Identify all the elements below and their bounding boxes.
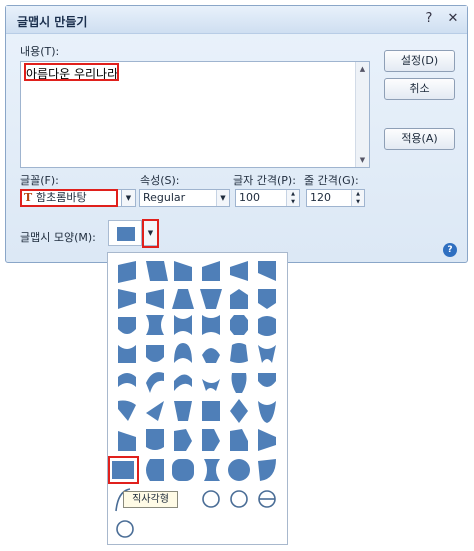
help-icon[interactable]: ? [443,243,457,257]
gallery-shape-fade-left-icon[interactable] [146,289,164,309]
gallery-shape-ring-cross-icon[interactable] [258,490,276,508]
shape-preview-button[interactable] [108,220,142,246]
gallery-shape-button-icon[interactable] [230,343,248,363]
font-dropdown-arrow[interactable]: ▼ [121,189,136,207]
attr-label: 속성(S): [140,174,180,187]
gallery-shape-arch-down-icon[interactable] [258,345,276,363]
wordart-dialog: 글맵시 만들기 ? ✕ 내용(T): 아름다운 우리나라 ▲ ▼ 설정(D) 취… [5,5,468,263]
gallery-shape-wave-right-icon[interactable] [146,372,164,393]
apply-button[interactable]: 적용(A) [384,128,455,150]
gallery-shape-bow-pinch-icon[interactable] [202,315,220,335]
shape-tooltip: 직사각형 [123,491,178,508]
gallery-shape-chevron-up-icon[interactable] [230,289,248,309]
gallery-shape-triangle-up-icon[interactable] [230,261,248,281]
gallery-shape-circle-half-icon[interactable] [174,401,192,421]
font-label: 글꼴(F): [20,174,59,187]
gallery-shape-bow-icon[interactable] [174,315,192,335]
scroll-up-icon[interactable]: ▲ [356,63,369,75]
gallery-shape-triangle-right-icon[interactable] [118,400,136,422]
gallery-shape-ring-half-icon[interactable] [202,401,220,421]
gallery-shape-ring-icon[interactable] [202,490,220,508]
attr-dropdown-icon[interactable]: ▼ [216,190,229,206]
rectangle-shape-icon [117,227,135,241]
char-spacing-input[interactable]: 100 ▲ ▼ [235,189,300,207]
gallery-shape-deflate-icon[interactable] [146,315,164,335]
content-scrollbar[interactable]: ▲ ▼ [355,62,369,167]
gallery-shape-wave-icon[interactable] [258,316,276,336]
gallery-shape-wave-left-icon[interactable] [118,373,136,387]
rectangle-shape-highlight [108,456,139,484]
gallery-shape-curve-down-icon[interactable] [202,379,220,391]
gallery-shape-fade-right-icon[interactable] [118,289,136,309]
content-highlight [24,63,119,81]
gallery-shape-rounded-rect-icon[interactable] [172,459,194,481]
char-spacing-label: 글자 간격(P): [233,174,296,187]
gallery-shape-ring-bottom-icon[interactable] [116,520,134,538]
gallery-shape-arch-up-icon[interactable] [174,343,192,363]
scroll-down-icon[interactable]: ▼ [356,154,369,166]
attr-select[interactable]: Regular ▼ [139,189,230,207]
help-button[interactable]: ? [419,10,439,28]
gallery-shape-arrow-right-icon[interactable] [258,429,276,451]
gallery-shape-curve-up-icon[interactable] [174,374,192,391]
gallery-shape-triangle-down-icon[interactable] [258,261,276,281]
gallery-shape-fan-icon[interactable] [258,459,276,481]
char-spacing-spinner[interactable]: ▲ ▼ [286,190,299,206]
close-button[interactable]: ✕ [443,10,463,28]
title-bar: 글맵시 만들기 ? ✕ [6,6,467,34]
cancel-button[interactable]: 취소 [384,78,455,100]
gallery-shape-banner-icon[interactable] [146,429,164,450]
line-spacing-label: 줄 간격(G): [304,174,359,187]
gallery-shape-inflate-bottom-icon[interactable] [118,317,136,334]
gallery-shape-slant-up-icon[interactable] [146,261,168,281]
gallery-shape-house-icon[interactable] [230,429,248,451]
gallery-shape-circle-icon[interactable] [228,459,250,481]
gallery-shape-triangle-left-icon[interactable] [146,401,164,421]
gallery-shape-oval-left-icon[interactable] [146,459,164,481]
line-spacing-value: 120 [310,191,331,204]
shape-label: 글맵시 모양(M): [20,231,96,244]
shape-arrow-highlight [142,219,159,248]
settings-button[interactable]: 설정(D) [384,50,455,72]
gallery-shape-wedge-icon[interactable] [118,431,136,451]
attr-value: Regular [143,191,186,204]
char-spacing-value: 100 [239,191,260,204]
gallery-shape-flag-icon[interactable] [174,429,192,451]
gallery-shape-diamond-icon[interactable] [230,399,248,423]
gallery-shape-cascade-down-icon[interactable] [258,373,276,387]
gallery-shape-fade-down-icon[interactable] [200,289,222,309]
gallery-shape-lens-icon[interactable] [258,401,276,423]
gallery-shape-moon-icon[interactable] [204,459,220,481]
font-highlight [20,189,118,207]
gallery-shape-pentagon-icon[interactable] [202,429,220,451]
gallery-shape-fade-up-icon[interactable] [172,289,194,309]
line-spacing-input[interactable]: 120 ▲ ▼ [306,189,365,207]
gallery-shape-arch-small-icon[interactable] [202,348,220,363]
content-label: 내용(T): [20,45,60,58]
gallery-shape-can-down-icon[interactable] [118,345,136,363]
dialog-title: 글맵시 만들기 [17,15,88,29]
gallery-shape-rise-icon[interactable] [202,261,220,281]
gallery-shape-wave-up-icon[interactable] [118,261,136,283]
gallery-shape-ring-open-icon[interactable] [230,490,248,508]
gallery-shape-cascade-up-icon[interactable] [231,373,247,393]
gallery-shape-slant-down-icon[interactable] [174,261,192,281]
gallery-shape-octagon-icon[interactable] [230,315,248,335]
gallery-shape-can-up-icon[interactable] [146,345,164,362]
line-spacing-spinner[interactable]: ▲ ▼ [351,190,364,206]
gallery-shape-chevron-down-icon[interactable] [258,289,276,309]
